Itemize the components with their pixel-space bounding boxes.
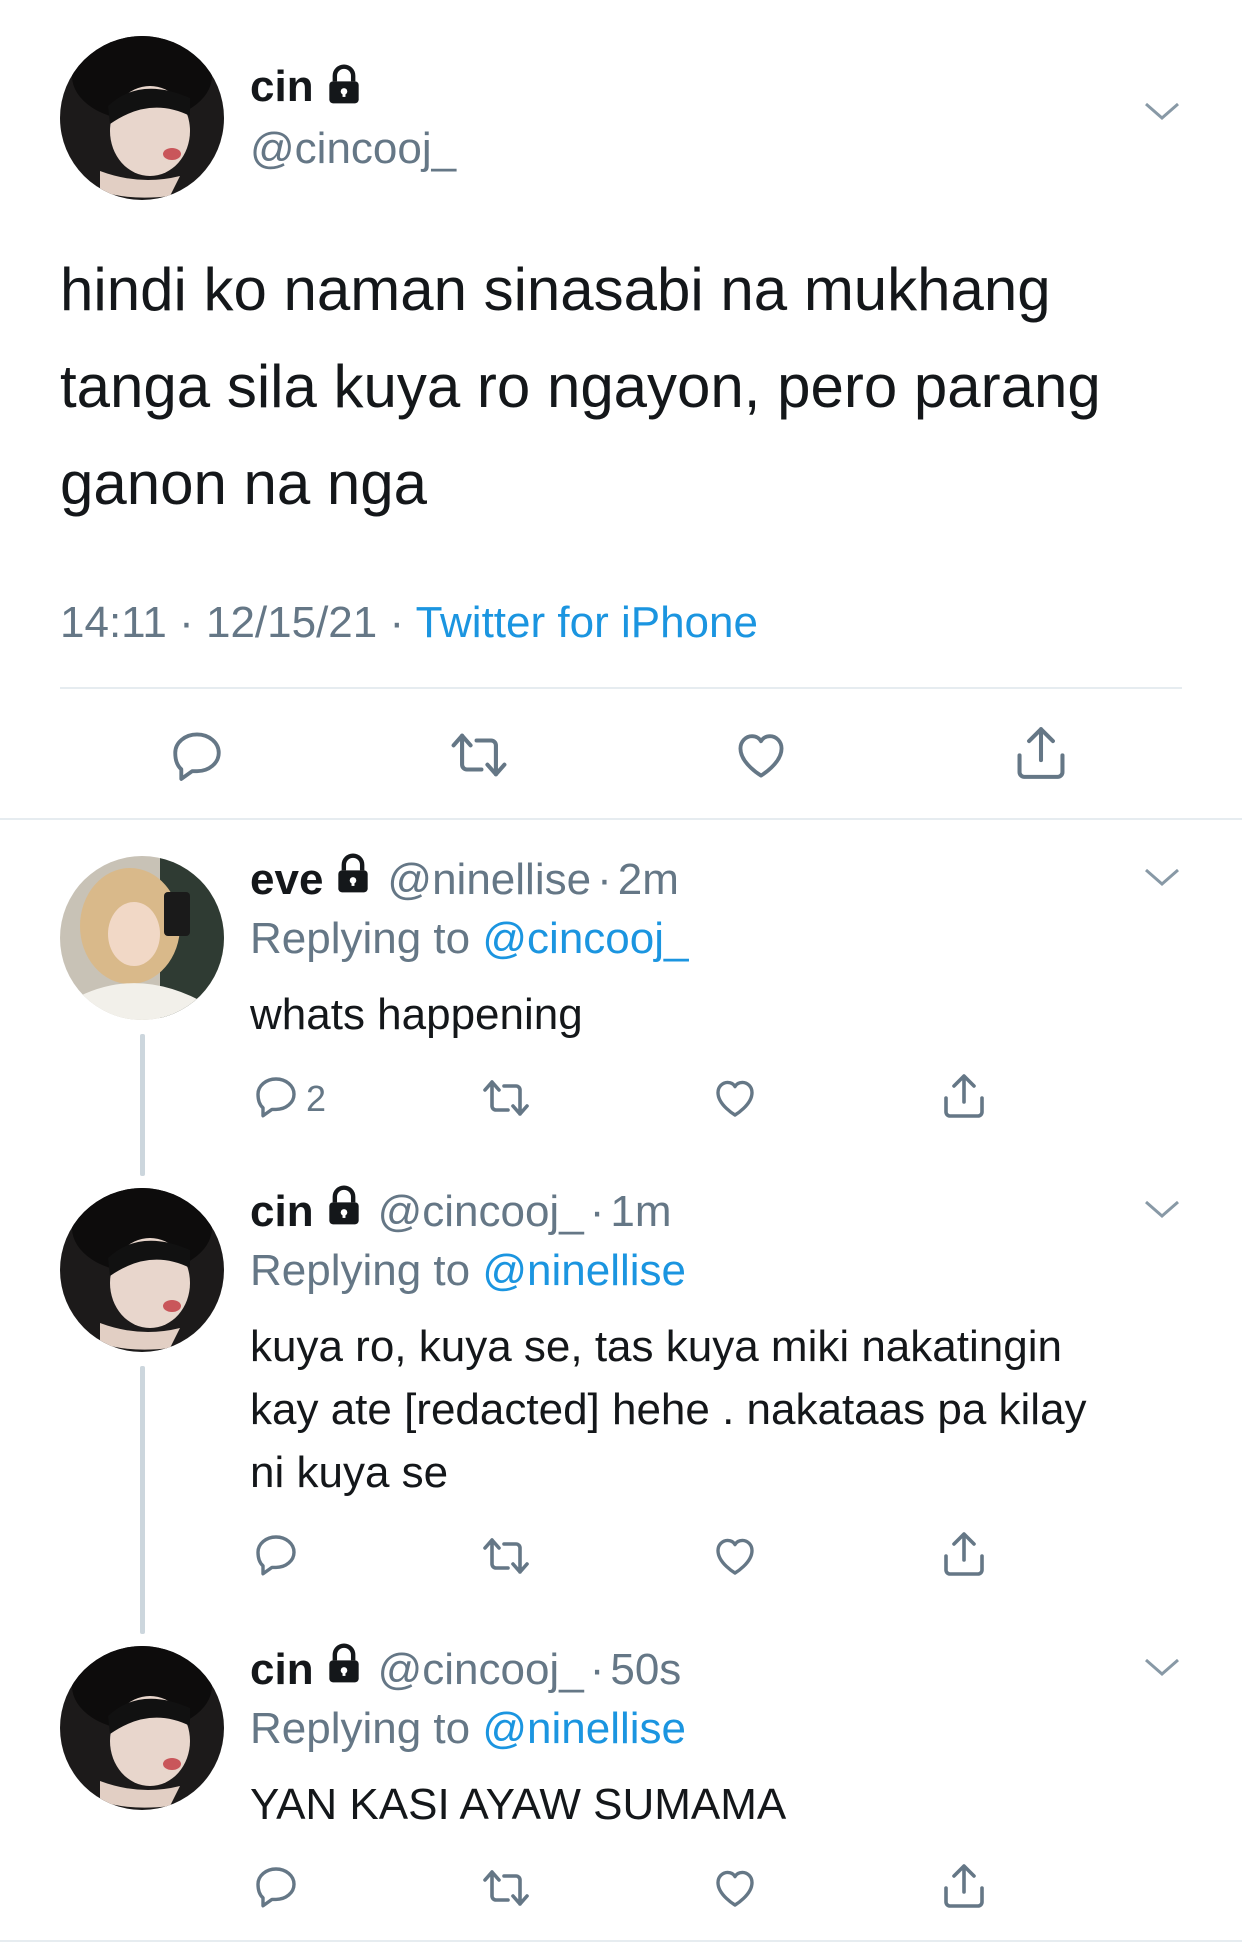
reply-author-row: cin @cincooj_ · 1m — [250, 1184, 671, 1239]
retweet-icon — [446, 726, 512, 789]
replying-to-handle[interactable]: @ninellise — [482, 1246, 686, 1295]
retweet-icon — [478, 1074, 534, 1127]
tweet-time: 14:11 — [60, 598, 167, 647]
reply-icon — [252, 1530, 300, 1583]
replying-to: Replying to @ninellise — [250, 1704, 686, 1754]
reply-icon — [252, 1862, 300, 1915]
tweet-text-line-3: ganon na nga — [60, 450, 428, 517]
lock-icon — [322, 63, 366, 112]
author-handle[interactable]: @ninellise — [387, 855, 591, 905]
author-name[interactable]: eve — [250, 855, 323, 905]
share-icon — [940, 1528, 988, 1585]
avatar-eve[interactable] — [60, 856, 224, 1020]
reply-icon — [168, 726, 226, 789]
reply-text-line: kuya ro, kuya se, tas kuya miki nakating… — [250, 1322, 1062, 1371]
share-button[interactable] — [940, 1860, 988, 1917]
divider — [0, 818, 1242, 820]
avatar-cin[interactable] — [60, 1646, 224, 1810]
tweet-age: 1m — [610, 1186, 672, 1236]
tweet-meta: 14:11 · 12/15/21 · Twitter for iPhone — [60, 598, 758, 648]
tweet-age: 50s — [610, 1644, 682, 1694]
share-icon — [1012, 722, 1070, 789]
retweet-button[interactable] — [478, 1532, 534, 1585]
replying-to: Replying to @cincooj_ — [250, 914, 688, 964]
chevron-down-icon[interactable] — [1142, 1198, 1182, 1227]
author-name[interactable]: cin — [250, 1187, 314, 1237]
tweet-source-link[interactable]: Twitter for iPhone — [416, 598, 758, 647]
meta-separator: · — [389, 598, 405, 647]
author-handle[interactable]: @cincooj_ — [378, 1645, 584, 1695]
reply-button[interactable] — [252, 1530, 300, 1583]
chevron-down-icon[interactable] — [1142, 866, 1182, 895]
meta-separator: · — [179, 598, 194, 647]
heart-icon — [732, 726, 790, 789]
meta-separator: · — [589, 1186, 605, 1236]
like-button[interactable] — [710, 1074, 760, 1127]
meta-separator: · — [589, 1644, 605, 1694]
tweet-text-line-1: hindi ko naman sinasabi na mukhang — [60, 256, 1051, 323]
lock-icon — [322, 1642, 366, 1697]
retweet-button[interactable] — [478, 1074, 534, 1127]
share-icon — [940, 1070, 988, 1127]
heart-icon — [710, 1864, 760, 1917]
divider — [60, 687, 1182, 689]
heart-icon — [710, 1532, 760, 1585]
reply-button[interactable]: 2 — [252, 1072, 326, 1125]
author-name[interactable]: cin — [250, 62, 314, 112]
lock-icon — [322, 1184, 366, 1239]
reply-icon — [252, 1072, 300, 1125]
avatar-cin[interactable] — [60, 36, 224, 200]
divider — [0, 1940, 1242, 1942]
replying-to: Replying to @ninellise — [250, 1246, 686, 1296]
main-author-row: cin — [250, 62, 366, 112]
share-button[interactable] — [1012, 722, 1070, 789]
replying-to-handle[interactable]: @ninellise — [482, 1704, 686, 1753]
share-icon — [940, 1860, 988, 1917]
replying-to-handle[interactable]: @cincooj_ — [482, 914, 688, 963]
tweet-age: 2m — [617, 854, 679, 904]
thread-connector — [140, 1366, 145, 1634]
heart-icon — [710, 1074, 760, 1127]
author-name[interactable]: cin — [250, 1645, 314, 1695]
reply-button[interactable] — [252, 1862, 300, 1915]
chevron-down-icon[interactable] — [1142, 100, 1182, 129]
reply-author-row: eve @ninellise · 2m — [250, 852, 679, 907]
tweet-text-line-2: tanga sila kuya ro ngayon, pero parang — [60, 353, 1101, 420]
avatar-cin[interactable] — [60, 1188, 224, 1352]
reply-text-line: YAN KASI AYAW SUMAMA — [250, 1780, 787, 1829]
replying-to-label: Replying to — [250, 914, 471, 963]
author-handle[interactable]: @cincooj_ — [250, 124, 456, 174]
retweet-icon — [478, 1864, 534, 1917]
retweet-button[interactable] — [446, 726, 512, 789]
like-button[interactable] — [710, 1532, 760, 1585]
reply-button[interactable] — [168, 726, 226, 789]
replying-to-label: Replying to — [250, 1704, 471, 1753]
tweet-date: 12/15/21 — [205, 598, 378, 647]
reply-text-line: whats happening — [250, 990, 583, 1039]
reply-author-row: cin @cincooj_ · 50s — [250, 1642, 681, 1697]
like-button[interactable] — [710, 1864, 760, 1917]
meta-separator: · — [597, 854, 612, 904]
lock-icon — [331, 852, 375, 907]
like-button[interactable] — [732, 726, 790, 789]
replying-to-label: Replying to — [250, 1246, 471, 1295]
share-button[interactable] — [940, 1070, 988, 1127]
chevron-down-icon[interactable] — [1142, 1656, 1182, 1685]
thread-connector — [140, 1034, 145, 1176]
author-handle[interactable]: @cincooj_ — [378, 1187, 584, 1237]
reply-text-line: kay ate [redacted] hehe . nakataas pa ki… — [250, 1385, 1087, 1434]
share-button[interactable] — [940, 1528, 988, 1585]
retweet-icon — [478, 1532, 534, 1585]
reply-text-line: ni kuya se — [250, 1448, 449, 1497]
retweet-button[interactable] — [478, 1864, 534, 1917]
reply-count: 2 — [306, 1077, 327, 1119]
